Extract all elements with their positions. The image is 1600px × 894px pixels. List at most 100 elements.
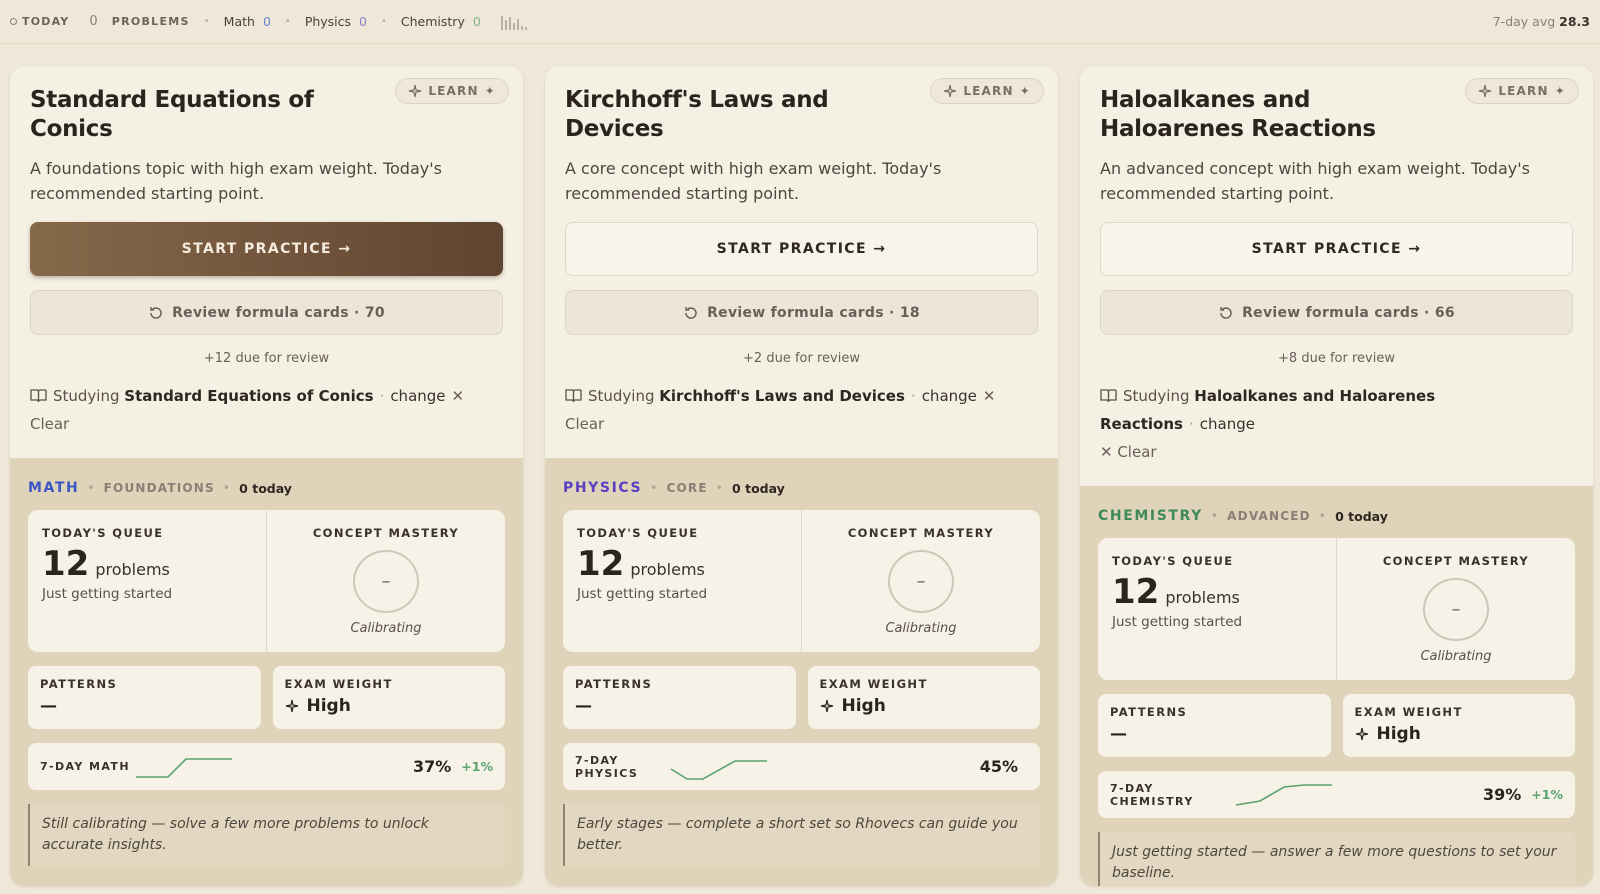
- queue-unit: problems: [1165, 588, 1240, 607]
- review-formula-cards-button[interactable]: Review formula cards · 18: [565, 290, 1038, 335]
- studying-line: Studying Kirchhoff's Laws and Devices · ch…: [565, 382, 1038, 458]
- queue-unit: problems: [630, 560, 705, 579]
- review-label: Review formula cards · 18: [707, 304, 920, 321]
- weight-label: EXAM WEIGHT: [819, 677, 928, 691]
- refresh-icon: [685, 306, 697, 319]
- trend-sparkline: [1235, 783, 1332, 806]
- exam-weight-tile: EXAM WEIGHT High: [1342, 694, 1575, 757]
- sparkle-icon: [1355, 727, 1368, 741]
- today-count: 0 today: [732, 480, 785, 496]
- plus-sparkle-icon: ✦: [1019, 84, 1031, 98]
- queue-unit: problems: [95, 560, 170, 579]
- review-formula-cards-button[interactable]: Review formula cards · 70: [30, 290, 503, 335]
- patterns-value: —: [575, 696, 592, 716]
- subject-count: 0: [262, 14, 271, 29]
- learn-button[interactable]: LEARN ✦: [1465, 78, 1579, 104]
- stat-tiles: PATTERNS — EXAM WEIGHT High: [1098, 694, 1575, 757]
- trend-delta: +1%: [1531, 787, 1563, 802]
- studying-line: Studying Standard Equations of Conics · ch…: [30, 382, 503, 458]
- sparkle-icon: [944, 84, 957, 98]
- activity-bars-icon: [500, 14, 527, 30]
- insight-note: Just getting started — answer a few more…: [1098, 832, 1575, 886]
- weight-label: EXAM WEIGHT: [1354, 705, 1463, 719]
- weight-row: High: [1355, 724, 1564, 744]
- separator-dot: •: [222, 481, 232, 495]
- queue-subtitle: Just getting started: [577, 586, 708, 602]
- mastery-label: CONCEPT MASTERY: [847, 526, 995, 540]
- todays-queue: TODAY'S QUEUE 12 problems Just getting st…: [1098, 538, 1337, 680]
- card-lower: CHEMISTRY • ADVANCED • 0 today TODAY'S Q…: [1080, 508, 1593, 886]
- due-for-review: +12 due for review: [203, 351, 330, 366]
- separator-dot: •: [1318, 509, 1328, 523]
- separator-dot: •: [1210, 509, 1220, 523]
- refresh-icon: [150, 306, 162, 319]
- insight-note: Early stages — complete a short set so R…: [563, 804, 1040, 866]
- todays-queue: TODAY'S QUEUE 12 problems Just getting st…: [28, 510, 267, 652]
- sparkle-icon: [820, 699, 833, 713]
- level-label: FOUNDATIONS: [103, 481, 215, 495]
- topic-card-physics: Kirchhoff's Laws and Devices LEARN ✦ A c…: [545, 66, 1058, 886]
- today-count: 0 today: [1335, 508, 1388, 524]
- mastery-ring: –: [353, 550, 419, 613]
- topic-card-math: Standard Equations of Conics LEARN ✦ A f…: [10, 66, 523, 886]
- mastery-status: Calibrating: [1420, 649, 1492, 664]
- separator-dot: •: [381, 16, 387, 27]
- seven-day-average: 7-day avg 28.3: [1493, 14, 1590, 29]
- today-dot-icon: [10, 18, 17, 25]
- mastery-status: Calibrating: [885, 621, 957, 636]
- review-label: Review formula cards · 66: [1242, 304, 1455, 321]
- change-link[interactable]: change: [1200, 415, 1255, 433]
- patterns-tile: PATTERNS —: [28, 666, 261, 729]
- subject-name: Math: [223, 14, 255, 29]
- card-lower: PHYSICS • CORE • 0 today TODAY'S QUEUE 1…: [545, 480, 1058, 866]
- plus-sparkle-icon: ✦: [1554, 84, 1566, 98]
- today-count: 0 today: [239, 480, 292, 496]
- separator-dot: •: [87, 481, 96, 495]
- start-practice-button[interactable]: START PRACTICE →: [565, 222, 1038, 276]
- separator-dot: ·: [910, 387, 916, 405]
- card-lower: MATH • FOUNDATIONS • 0 today TODAY'S QUE…: [10, 480, 523, 866]
- separator-dot: •: [203, 16, 210, 27]
- studying-prefix: Studying: [588, 387, 655, 405]
- change-link[interactable]: change: [922, 387, 977, 405]
- studying-prefix: Studying: [53, 387, 120, 405]
- learn-label: LEARN: [963, 84, 1014, 98]
- subject-count-math: Math 0: [224, 14, 271, 29]
- queue-label: TODAY'S QUEUE: [577, 526, 699, 540]
- sparkle-icon: [1479, 84, 1492, 98]
- review-formula-cards-button[interactable]: Review formula cards · 66: [1100, 290, 1573, 335]
- queue-label: TODAY'S QUEUE: [1112, 554, 1234, 568]
- trend-percent: 37%: [413, 757, 452, 776]
- subject-count: 0: [472, 14, 481, 29]
- sparkle-icon: [409, 84, 422, 98]
- learn-button[interactable]: LEARN ✦: [395, 78, 509, 104]
- card-upper: Haloalkanes and Haloarenes Reactions LEA…: [1080, 66, 1593, 486]
- trend-label: 7-DAY CHEMISTRY: [1110, 781, 1194, 808]
- avg-label: 7-day avg: [1492, 14, 1556, 29]
- subject-name: PHYSICS: [563, 480, 643, 496]
- subject-count-physics: Physics 0: [305, 14, 367, 29]
- patterns-tile: PATTERNS —: [1098, 694, 1331, 757]
- patterns-label: PATTERNS: [575, 677, 653, 691]
- card-description: A core concept with high exam weight. To…: [565, 159, 942, 203]
- change-link[interactable]: change: [390, 387, 445, 405]
- level-label: ADVANCED: [1227, 509, 1311, 523]
- queue-value: 12: [577, 544, 625, 584]
- learn-label: LEARN: [1498, 84, 1549, 98]
- learn-button[interactable]: LEARN ✦: [930, 78, 1044, 104]
- refresh-icon: [1220, 306, 1232, 319]
- problems-count: 0: [89, 14, 98, 29]
- start-practice-button[interactable]: START PRACTICE →: [30, 222, 503, 276]
- card-title: Kirchhoff's Laws and Devices: [565, 87, 829, 142]
- start-practice-button[interactable]: START PRACTICE →: [1100, 222, 1573, 276]
- card-description: An advanced concept with high exam weigh…: [1100, 159, 1530, 203]
- mastery-status: Calibrating: [350, 621, 422, 636]
- plus-sparkle-icon: ✦: [484, 84, 496, 98]
- subject-name: Physics: [304, 14, 352, 29]
- weight-row: High: [285, 696, 494, 716]
- clear-button[interactable]: ✕ Clear: [1100, 443, 1157, 461]
- mastery-ring: –: [1423, 578, 1489, 641]
- exam-weight-tile: EXAM WEIGHT High: [807, 666, 1040, 729]
- trend-percent: 39%: [1483, 785, 1522, 804]
- patterns-tile: PATTERNS —: [563, 666, 796, 729]
